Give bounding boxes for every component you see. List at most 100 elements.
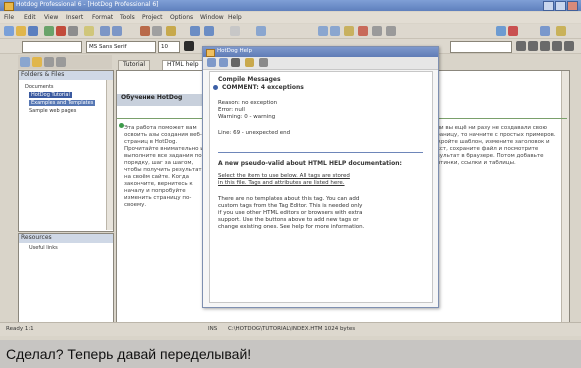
forward-icon[interactable]	[330, 26, 340, 36]
refresh-icon[interactable]	[372, 26, 382, 36]
resources-header: Resources	[19, 234, 113, 243]
menu-file[interactable]: File	[4, 14, 14, 21]
file-tree-header: Folders & Files	[19, 71, 113, 80]
help-line-11: custom tags from the Tag Editor. This is…	[218, 203, 363, 209]
link-icon[interactable]	[204, 26, 214, 36]
help-divider-1	[218, 152, 423, 153]
app-icon	[4, 2, 14, 11]
menu-project[interactable]: Project	[142, 14, 163, 21]
help-line-8[interactable]: Select the item to use below. All tags a…	[218, 173, 350, 179]
toolbar-main	[0, 24, 581, 39]
status-position: Ready 1:1	[6, 326, 34, 332]
menu-window[interactable]: Window	[200, 14, 224, 21]
tree-item-examples[interactable]: Examples and Templates	[29, 100, 96, 106]
menu-help[interactable]: Help	[228, 14, 242, 21]
bookmark-icon[interactable]	[344, 26, 354, 36]
folder-icon[interactable]	[32, 57, 42, 67]
file-tree-pane: Folders & Files Documents HotDog Tutoria…	[18, 70, 114, 232]
tree-item-documents[interactable]: Documents	[25, 84, 54, 90]
status-file: C:\HOTDOG\TUTORIAL\INDEX.HTM 1024 bytes	[228, 326, 356, 332]
align-icon[interactable]	[552, 41, 562, 51]
help-home-icon[interactable]	[259, 58, 268, 67]
dropdown-icon[interactable]	[230, 26, 240, 36]
tree-item-samples[interactable]: Sample web pages	[29, 108, 76, 114]
home-icon[interactable]	[386, 26, 396, 36]
document-text-left: Эта работа поможет вам освоить азы созда…	[124, 125, 204, 208]
menu-insert[interactable]: Insert	[66, 14, 83, 21]
paste-icon[interactable]	[84, 26, 94, 36]
help-line-13: support. Use the buttons above to add ne…	[218, 217, 359, 223]
redo-icon[interactable]	[112, 26, 122, 36]
undo-icon[interactable]	[100, 26, 110, 36]
properties-icon[interactable]	[56, 57, 66, 67]
list-icon[interactable]	[564, 41, 574, 51]
help-line-12: if you use other HTML editors or browser…	[218, 210, 363, 216]
menu-view[interactable]: View	[44, 14, 58, 21]
delete-icon[interactable]	[44, 57, 54, 67]
status-bar: Ready 1:1 INS C:\HOTDOG\TUTORIAL\INDEX.H…	[0, 322, 581, 336]
resources-pane: Resources Useful links	[18, 233, 114, 323]
help-line-1: Compile Messages	[218, 76, 281, 83]
preview-icon[interactable]	[256, 26, 266, 36]
tips-icon[interactable]	[556, 26, 566, 36]
help-dialog-titlebar: HotDog Help	[203, 47, 438, 57]
copy-icon[interactable]	[68, 26, 78, 36]
maximize-button[interactable]	[555, 1, 566, 11]
color-icon[interactable]	[184, 41, 194, 51]
menu-edit[interactable]: Edit	[24, 14, 36, 21]
help-back-icon[interactable]	[207, 58, 216, 67]
style-combo[interactable]	[22, 41, 82, 53]
up-folder-icon[interactable]	[20, 57, 30, 67]
menu-format[interactable]: Format	[92, 14, 113, 21]
help-line-6: Line: 69 - unexpected end	[218, 130, 291, 136]
globe-icon[interactable]	[44, 26, 54, 36]
image-icon[interactable]	[166, 26, 176, 36]
document-scrollbar[interactable]	[561, 71, 569, 323]
font-combo[interactable]: MS Sans Serif	[86, 41, 156, 53]
help-icon[interactable]	[540, 26, 550, 36]
caption-text: Сделал? Теперь давай переделывай!	[6, 346, 252, 362]
tree-item-tutorial[interactable]: HotDog Tutorial	[29, 92, 72, 98]
cut-icon[interactable]	[56, 26, 66, 36]
save-icon[interactable]	[28, 26, 38, 36]
stop-icon[interactable]	[358, 26, 368, 36]
resource-item-links[interactable]: Useful links	[29, 245, 58, 251]
italic-icon[interactable]	[528, 41, 538, 51]
file-tree-scrollbar[interactable]	[106, 80, 113, 230]
help-line-14: change existing ones. See help for more …	[218, 224, 365, 230]
help-line-9[interactable]: in this file. Tags and attributes are li…	[218, 180, 345, 186]
info-icon	[213, 85, 218, 90]
bold-icon[interactable]	[516, 41, 526, 51]
left-pane-toolbar	[18, 55, 112, 69]
app-window: Hotdog Professional 6 - [HotDog Professi…	[0, 0, 581, 341]
help-forward-icon[interactable]	[219, 58, 228, 67]
menu-options[interactable]: Options	[170, 14, 193, 21]
menu-bar: File Edit View Insert Format Tools Proje…	[0, 12, 581, 23]
help-line-3: Reason: no exception	[218, 100, 278, 106]
help-line-5: Warning: 0 - warning	[218, 114, 276, 120]
upload-icon[interactable]	[496, 26, 506, 36]
validate-icon[interactable]	[508, 26, 518, 36]
size-combo[interactable]: 10	[158, 41, 180, 53]
open-folder-icon[interactable]	[16, 26, 26, 36]
new-file-icon[interactable]	[4, 26, 14, 36]
window-title: Hotdog Professional 6 - [HotDog Professi…	[16, 1, 159, 8]
status-mode: INS	[208, 326, 218, 332]
help-print-icon[interactable]	[231, 58, 240, 67]
replace-icon[interactable]	[152, 26, 162, 36]
help-line-2: COMMENT: 4 exceptions	[222, 84, 304, 91]
help-line-10: There are no templates about this tag. Y…	[218, 196, 360, 202]
back-icon[interactable]	[318, 26, 328, 36]
help-line-4: Error: null	[218, 107, 245, 113]
help-dialog-title: HotDog Help	[217, 48, 253, 54]
help-line-7: A new pseudo-valid about HTML HELP docum…	[218, 160, 402, 167]
find-icon[interactable]	[140, 26, 150, 36]
menu-tools[interactable]: Tools	[120, 14, 135, 21]
underline-icon[interactable]	[540, 41, 550, 51]
help-options-icon[interactable]	[245, 58, 254, 67]
caption-bar: Сделал? Теперь давай переделывай!	[0, 340, 581, 368]
minimize-button[interactable]	[543, 1, 554, 11]
close-button[interactable]	[567, 1, 578, 11]
table-icon[interactable]	[190, 26, 200, 36]
url-combo[interactable]	[450, 41, 512, 53]
